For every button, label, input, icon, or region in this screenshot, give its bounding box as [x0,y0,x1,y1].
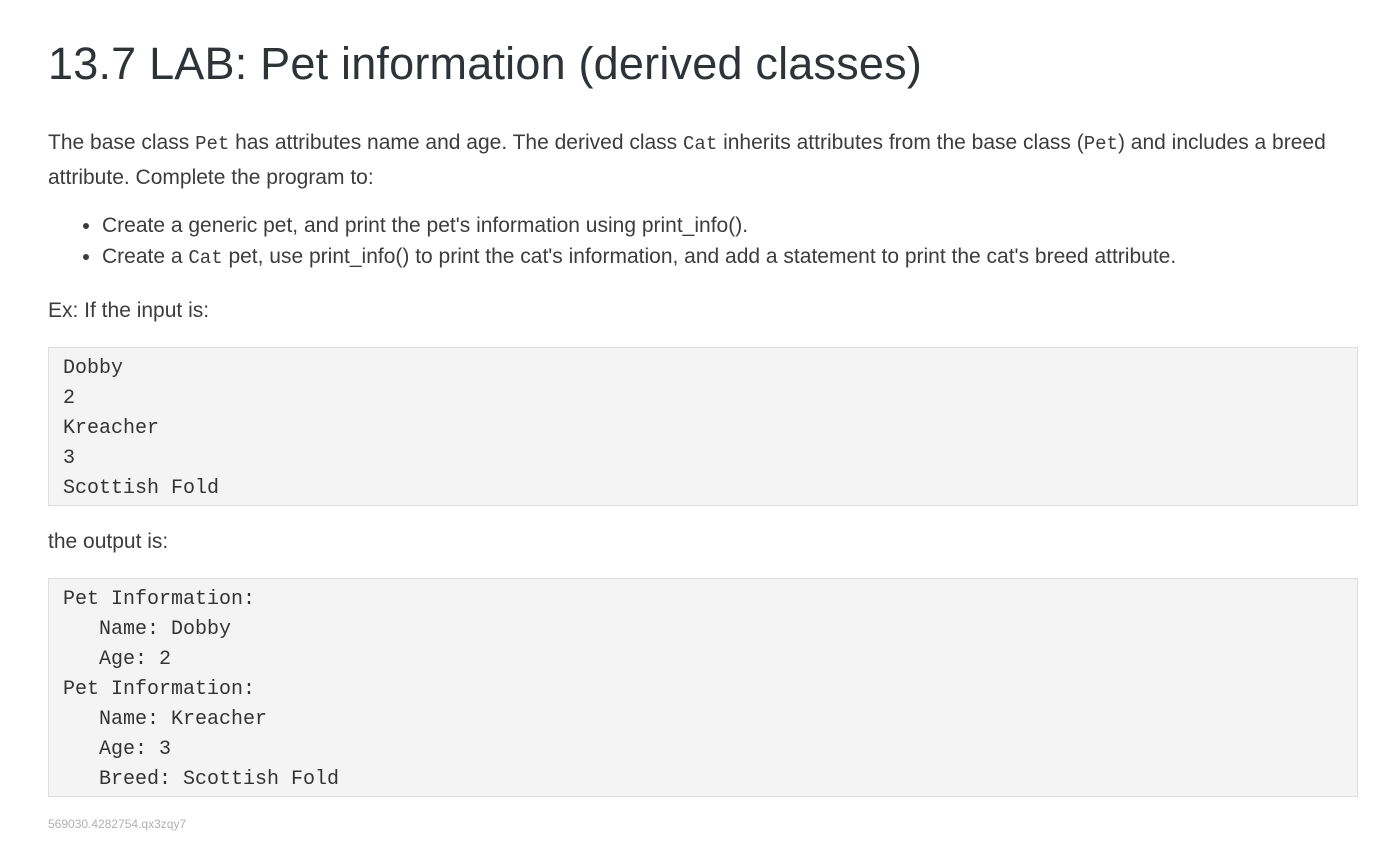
requirement-item: Create a Cat pet, use print_info() to pr… [102,241,1358,274]
input-line: Scottish Fold [63,477,220,500]
example-output-block: Pet Information: Name: Dobby Age: 2 Pet I… [48,578,1358,797]
input-line: Dobby [63,357,124,380]
inline-code-pet: Pet [195,133,230,155]
example-input-label: Ex: If the input is: [48,299,210,322]
intro-text: has attributes name and age. The derived… [229,131,684,154]
requirement-text: Create a generic pet, and print the pet'… [102,214,749,237]
inline-code-cat: Cat [683,133,718,155]
lab-identifier: 569030.4282754.qx3zqy7 [48,817,187,831]
input-line: 3 [63,447,76,470]
requirement-item: Create a generic pet, and print the pet'… [102,210,1358,241]
output-line: Breed: Scottish Fold [63,768,340,791]
intro-text: inherits attributes from the base class … [717,131,1084,154]
lab-content: 13.7 LAB: Pet information (derived class… [0,0,1399,831]
output-line: Pet Information: [63,588,256,611]
requirements-list: Create a generic pet, and print the pet'… [48,210,1358,274]
intro-text: The base class [48,131,196,154]
output-line: Age: 3 [63,738,172,761]
example-input-block: Dobby 2 Kreacher 3 Scottish Fold [48,347,1358,506]
output-line: Name: Dobby [63,618,232,641]
example-output-label: the output is: [48,530,169,553]
output-line: Name: Kreacher [63,708,268,731]
intro-paragraph: The base class Pet has attributes name a… [48,126,1358,194]
inline-code-cat: Cat [188,247,223,269]
requirement-text: pet, use print_info() to print the cat's… [222,245,1177,268]
requirement-text: Create a [102,245,189,268]
input-line: Kreacher [63,417,160,440]
input-line: 2 [63,387,76,410]
inline-code-pet: Pet [1083,133,1118,155]
page-title: 13.7 LAB: Pet information (derived class… [48,38,923,89]
output-line: Age: 2 [63,648,172,671]
output-line: Pet Information: [63,678,256,701]
